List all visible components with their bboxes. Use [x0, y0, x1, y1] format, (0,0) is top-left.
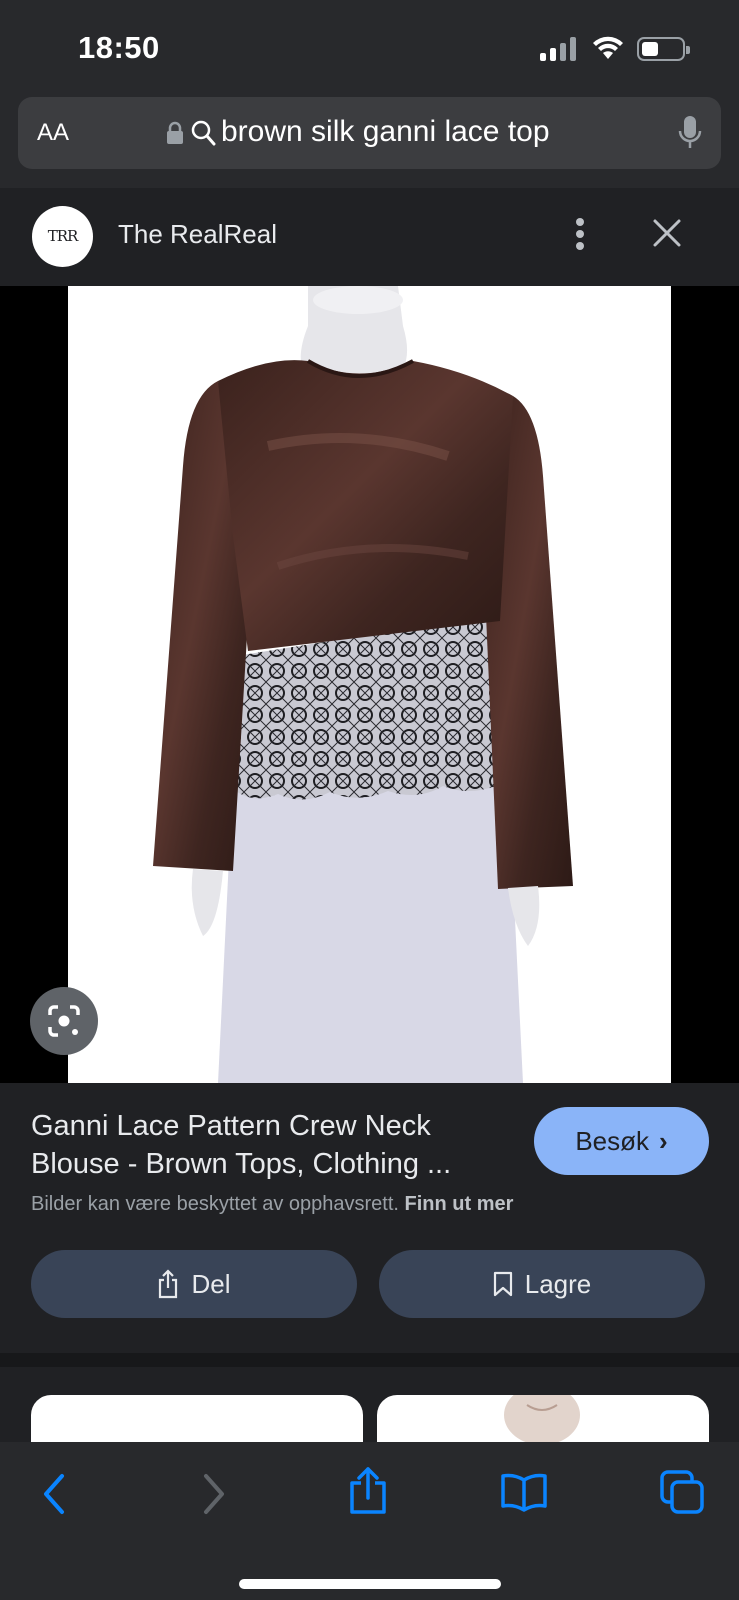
chevron-right-icon: › — [659, 1126, 668, 1156]
bookmark-icon — [493, 1271, 512, 1297]
related-card[interactable] — [31, 1395, 363, 1442]
image-viewer — [0, 286, 739, 1083]
back-icon[interactable] — [40, 1472, 70, 1516]
result-title-line2: Blouse - Brown Tops, Clothing ... — [31, 1148, 452, 1180]
product-image[interactable] — [68, 286, 671, 1083]
source-header: TRR The RealReal — [0, 188, 739, 286]
lock-icon — [167, 121, 183, 144]
forward-icon[interactable] — [198, 1472, 228, 1516]
browser-toolbar — [0, 1442, 739, 1600]
battery-icon — [637, 37, 690, 61]
page: 18:50 AA brown silk ganni lace top TRR T… — [0, 0, 739, 1600]
status-time: 18:50 — [78, 30, 160, 65]
result-info: Ganni Lace Pattern Crew Neck Blouse - Br… — [0, 1083, 739, 1353]
search-query[interactable]: brown silk ganni lace top — [221, 115, 550, 149]
visit-button[interactable]: Besøk › — [534, 1107, 709, 1175]
share-label: Del — [191, 1268, 231, 1299]
result-title-line1: Ganni Lace Pattern Crew Neck — [31, 1110, 431, 1142]
text-size-button[interactable]: AA — [37, 119, 69, 147]
share-icon — [159, 1269, 178, 1299]
result-title[interactable]: Ganni Lace Pattern Crew Neck Blouse - Br… — [31, 1107, 501, 1183]
save-button[interactable]: Lagre — [379, 1250, 705, 1318]
bookmarks-icon[interactable] — [500, 1472, 548, 1512]
close-icon[interactable] — [652, 218, 682, 248]
share-button[interactable]: Del — [31, 1250, 357, 1318]
more-vert-icon[interactable] — [568, 214, 592, 254]
tabs-icon[interactable] — [660, 1470, 704, 1514]
mic-icon[interactable] — [678, 115, 702, 151]
address-bar-container: AA brown silk ganni lace top — [0, 95, 739, 188]
lens-icon — [48, 1005, 80, 1037]
cellular-signal-icon — [540, 37, 576, 61]
learn-more-link[interactable]: Finn ut mer — [405, 1193, 514, 1215]
share-icon[interactable] — [348, 1466, 388, 1516]
home-indicator[interactable] — [239, 1579, 501, 1589]
related-card[interactable] — [377, 1395, 709, 1442]
source-name[interactable]: The RealReal — [118, 219, 277, 250]
address-bar[interactable]: AA brown silk ganni lace top — [18, 97, 721, 169]
search-icon — [191, 120, 216, 146]
status-bar: 18:50 — [0, 0, 739, 95]
save-label: Lagre — [524, 1268, 592, 1299]
section-divider — [0, 1353, 739, 1367]
visit-label: Besøk — [575, 1126, 649, 1156]
copyright-notice: Bilder kan være beskyttet av opphavsrett… — [31, 1193, 513, 1216]
source-logo[interactable]: TRR — [32, 206, 93, 267]
related-results — [0, 1367, 739, 1442]
wifi-icon — [593, 36, 623, 59]
related-thumbnail — [504, 1395, 580, 1442]
copyright-text: Bilder kan være beskyttet av opphavsrett… — [31, 1193, 399, 1215]
lens-button[interactable] — [30, 987, 98, 1055]
blouse-illustration — [153, 286, 573, 1083]
